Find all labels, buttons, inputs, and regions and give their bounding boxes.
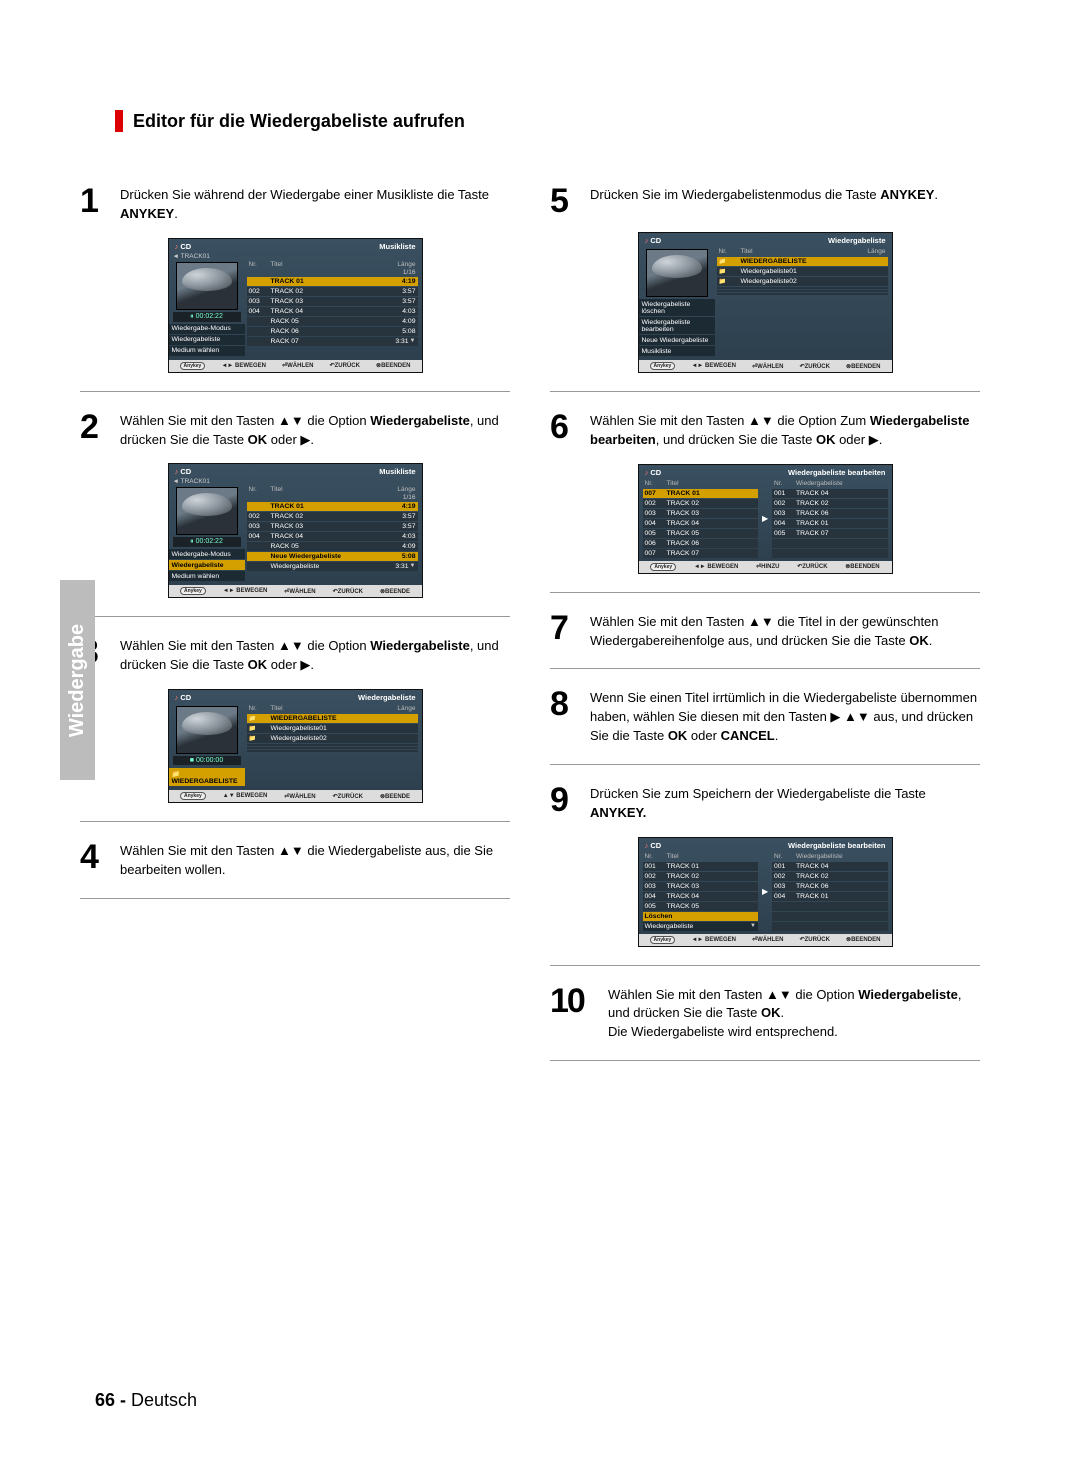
section-title: Editor für die Wiedergabeliste aufrufen [133, 111, 465, 132]
red-bar-icon [115, 110, 123, 132]
step-5: 5 Drücken Sie im Wiedergabelistenmodus d… [550, 184, 980, 218]
osd-screenshot-1: ♪ CDMusikliste ◄ TRACK01 ⏸ 00:02:22 Wied… [168, 238, 423, 373]
menu-wiedergabe-modus: Wiedergabe-Modus [169, 324, 245, 334]
page-number: 66 - [95, 1390, 131, 1410]
divider [80, 391, 510, 392]
divider [550, 391, 980, 392]
osd-screenshot-6: ♪ CDWiedergabeliste bearbeiten Nr.Titel … [638, 464, 893, 574]
step-number: 1 [80, 184, 110, 218]
divider [80, 898, 510, 899]
step-10: 10 Wählen Sie mit den Tasten ▲▼ die Opti… [550, 984, 980, 1043]
right-column: 5 Drücken Sie im Wiedergabelistenmodus d… [550, 172, 980, 1079]
side-tab-label: Wiedergabe [66, 623, 89, 736]
side-tab: Wiedergabe [60, 580, 95, 780]
step-4: 4 Wählen Sie mit den Tasten ▲▼ die Wiede… [80, 840, 510, 880]
osd-screenshot-5: ♪ CDWiedergabeliste Wiedergabeliste lösc… [638, 232, 893, 373]
osd-screenshot-2: ♪ CDMusikliste ◄ TRACK01 ⏸ 00:02:22 Wied… [168, 463, 423, 598]
left-column: 1 Drücken Sie während der Wiedergabe ein… [80, 172, 510, 1079]
divider [550, 965, 980, 966]
divider [80, 616, 510, 617]
page-footer: 66 - Deutsch [95, 1390, 197, 1411]
osd-screenshot-3: ♪ CDWiedergabeliste ■ 00:00:00 📁 WIEDERG… [168, 689, 423, 803]
divider [550, 668, 980, 669]
divider [550, 592, 980, 593]
step-2: 2 Wählen Sie mit den Tasten ▲▼ die Optio… [80, 410, 510, 450]
step-8: 8 Wenn Sie einen Titel irrtümlich in die… [550, 687, 980, 746]
divider [80, 821, 510, 822]
step-6: 6 Wählen Sie mit den Tasten ▲▼ die Optio… [550, 410, 980, 450]
page-language: Deutsch [131, 1390, 197, 1410]
step-9: 9 Drücken Sie zum Speichern der Wiederga… [550, 783, 980, 823]
divider [550, 1060, 980, 1061]
step-text: Drücken Sie während der Wiedergabe einer… [120, 184, 510, 224]
step-3: 3 Wählen Sie mit den Tasten ▲▼ die Optio… [80, 635, 510, 675]
divider [550, 764, 980, 765]
osd-screenshot-9: ♪ CDWiedergabeliste bearbeiten Nr.Titel … [638, 837, 893, 947]
section-header: Editor für die Wiedergabeliste aufrufen [115, 110, 1000, 132]
step-7: 7 Wählen Sie mit den Tasten ▲▼ die Titel… [550, 611, 980, 651]
step-1: 1 Drücken Sie während der Wiedergabe ein… [80, 184, 510, 224]
menu-medium-wahlen: Medium wählen [169, 346, 245, 356]
menu-wiedergabeliste: Wiedergabeliste [169, 335, 245, 345]
